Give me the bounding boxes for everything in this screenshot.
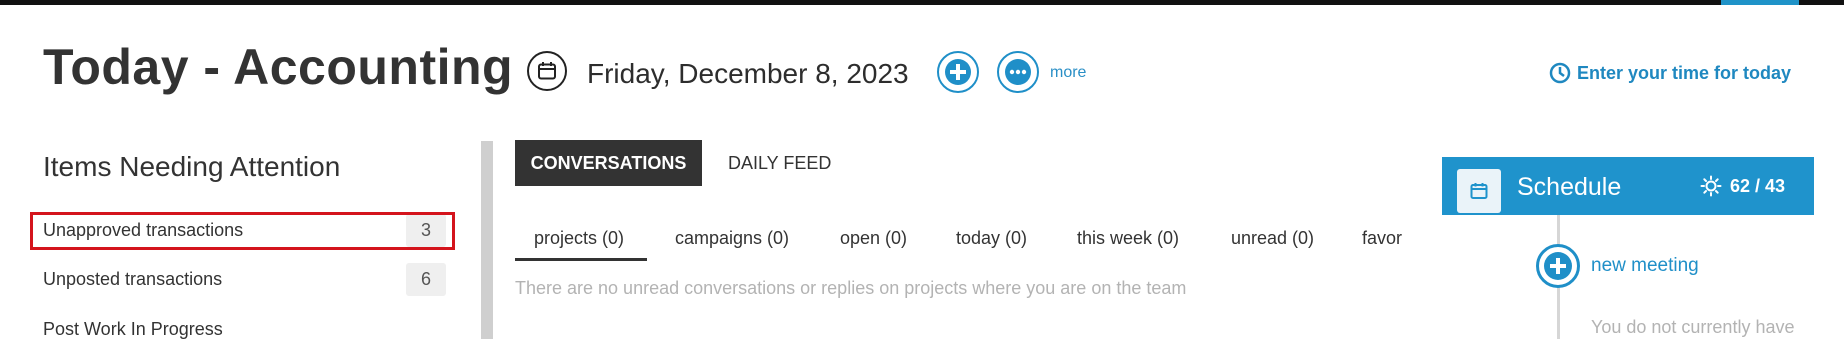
calendar-icon [538, 62, 556, 80]
attention-scrollbar[interactable] [481, 141, 493, 339]
schedule-weather: 62 / 43 [1700, 175, 1785, 197]
attention-item-label: Unposted transactions [43, 268, 223, 289]
more-options-button[interactable] [997, 51, 1039, 93]
schedule-header: Schedule 62 / 43 [1442, 157, 1814, 215]
selection-highlight [30, 212, 455, 250]
filter-this-week[interactable]: this week (0) [1077, 228, 1179, 249]
clock-icon [1549, 62, 1571, 84]
top-bar-active-tab[interactable] [1721, 0, 1799, 5]
plus-icon [1544, 252, 1572, 280]
filter-unread[interactable]: unread (0) [1231, 228, 1314, 249]
temperature-text: 62 / 43 [1730, 175, 1786, 196]
add-button[interactable] [937, 51, 979, 93]
tab-daily-feed[interactable]: DAILY FEED [728, 140, 831, 186]
attention-item[interactable]: Unposted transactions 6 [43, 262, 446, 296]
schedule-title: Schedule [1517, 173, 1622, 201]
top-bar [0, 0, 1844, 5]
active-filter-underline [515, 258, 647, 261]
filter-projects[interactable]: projects (0) [534, 228, 624, 249]
more-link[interactable]: more [1050, 64, 1086, 82]
conversation-filters: projects (0) campaigns (0) open (0) toda… [515, 222, 1408, 262]
date-picker-button[interactable] [527, 51, 567, 91]
plus-icon [945, 59, 971, 85]
enter-time-link[interactable]: Enter your time for today [1549, 62, 1791, 84]
page-title: Today - Accounting [43, 39, 514, 95]
ellipsis-icon [1005, 59, 1031, 85]
schedule-calendar-button[interactable] [1457, 169, 1501, 213]
filter-favorites[interactable]: favor [1362, 228, 1402, 249]
filter-open[interactable]: open (0) [840, 228, 907, 249]
sun-icon [1700, 175, 1722, 197]
filter-campaigns[interactable]: campaigns (0) [675, 228, 789, 249]
filter-today[interactable]: today (0) [956, 228, 1027, 249]
current-date: Friday, December 8, 2023 [587, 58, 909, 89]
empty-conversations-message: There are no unread conversations or rep… [515, 278, 1187, 298]
attention-title: Items Needing Attention [43, 151, 341, 182]
schedule-empty-message: You do not currently have [1591, 317, 1795, 337]
new-meeting-button[interactable] [1536, 244, 1580, 288]
attention-item-count: 6 [406, 262, 446, 296]
new-meeting-link[interactable]: new meeting [1591, 255, 1699, 277]
attention-item[interactable]: Post Work In Progress [43, 312, 445, 346]
calendar-icon [1470, 183, 1488, 199]
tab-conversations[interactable]: CONVERSATIONS [515, 140, 702, 186]
enter-time-label: Enter your time for today [1577, 62, 1792, 83]
attention-item-label: Post Work In Progress [43, 318, 223, 339]
